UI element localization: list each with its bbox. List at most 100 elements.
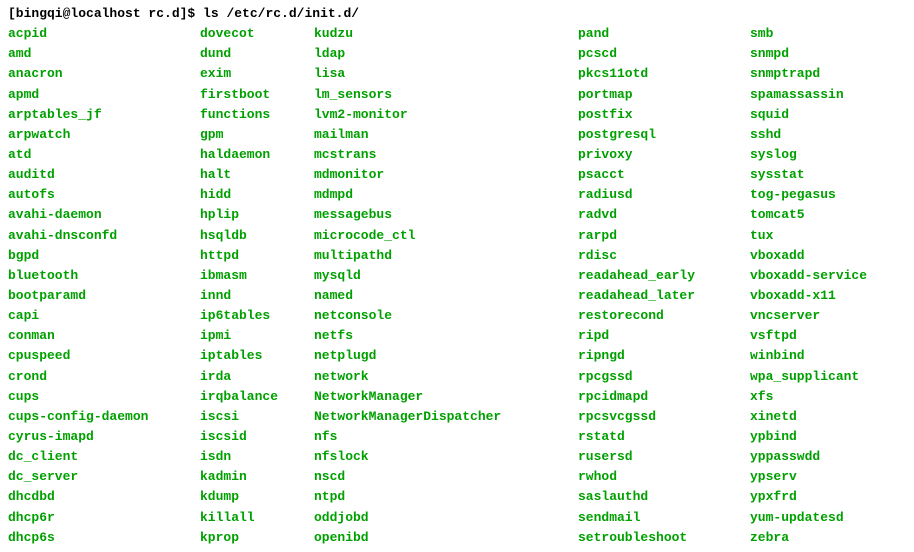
ls-output: acpidamdanacronapmdarptables_jfarpwatcha… (8, 24, 906, 548)
shell-command: ls /etc/rc.d/init.d/ (203, 6, 359, 21)
file-entry: xinetd (750, 407, 867, 427)
file-entry: setroubleshoot (578, 528, 750, 548)
file-entry: ibmasm (200, 266, 314, 286)
file-entry: bootparamd (8, 286, 200, 306)
file-entry: NetworkManagerDispatcher (314, 407, 578, 427)
file-entry: mysqld (314, 266, 578, 286)
file-entry: rarpd (578, 226, 750, 246)
file-entry: sysstat (750, 165, 867, 185)
file-entry: rdisc (578, 246, 750, 266)
file-entry: cups (8, 387, 200, 407)
file-entry: capi (8, 306, 200, 326)
file-entry: arptables_jf (8, 105, 200, 125)
file-entry: iscsi (200, 407, 314, 427)
file-entry: readahead_early (578, 266, 750, 286)
file-entry: atd (8, 145, 200, 165)
file-entry: readahead_later (578, 286, 750, 306)
file-entry: ripngd (578, 346, 750, 366)
file-entry: nscd (314, 467, 578, 487)
file-entry: exim (200, 64, 314, 84)
file-entry: anacron (8, 64, 200, 84)
file-entry: kudzu (314, 24, 578, 44)
file-entry: irda (200, 367, 314, 387)
file-entry: rusersd (578, 447, 750, 467)
file-entry: avahi-dnsconfd (8, 226, 200, 246)
file-entry: ldap (314, 44, 578, 64)
file-entry: gpm (200, 125, 314, 145)
file-entry: dc_client (8, 447, 200, 467)
file-entry: restorecond (578, 306, 750, 326)
file-entry: named (314, 286, 578, 306)
ls-column-5: smbsnmpdsnmptrapdspamassassinsquidsshdsy… (750, 24, 867, 548)
file-entry: rpcgssd (578, 367, 750, 387)
file-entry: netconsole (314, 306, 578, 326)
file-entry: psacct (578, 165, 750, 185)
file-entry: netfs (314, 326, 578, 346)
file-entry: netplugd (314, 346, 578, 366)
file-entry: vboxadd (750, 246, 867, 266)
file-entry: spamassassin (750, 85, 867, 105)
file-entry: pand (578, 24, 750, 44)
file-entry: dhcdbd (8, 487, 200, 507)
file-entry: rwhod (578, 467, 750, 487)
file-entry: ypxfrd (750, 487, 867, 507)
file-entry: sshd (750, 125, 867, 145)
ls-column-4: pandpcscdpkcs11otdportmappostfixpostgres… (578, 24, 750, 548)
file-entry: dovecot (200, 24, 314, 44)
file-entry: mailman (314, 125, 578, 145)
file-entry: kdump (200, 487, 314, 507)
file-entry: multipathd (314, 246, 578, 266)
ls-column-1: acpidamdanacronapmdarptables_jfarpwatcha… (8, 24, 200, 548)
ls-column-3: kudzuldaplisalm_sensorslvm2-monitormailm… (314, 24, 578, 548)
file-entry: innd (200, 286, 314, 306)
file-entry: postgresql (578, 125, 750, 145)
file-entry: lvm2-monitor (314, 105, 578, 125)
file-entry: iptables (200, 346, 314, 366)
file-entry: rpcidmapd (578, 387, 750, 407)
file-entry: smb (750, 24, 867, 44)
file-entry: ntpd (314, 487, 578, 507)
shell-prompt: [bingqi@localhost rc.d]$ (8, 6, 203, 21)
file-entry: nfs (314, 427, 578, 447)
file-entry: crond (8, 367, 200, 387)
file-entry: functions (200, 105, 314, 125)
file-entry: wpa_supplicant (750, 367, 867, 387)
file-entry: cups-config-daemon (8, 407, 200, 427)
file-entry: ipmi (200, 326, 314, 346)
file-entry: cyrus-imapd (8, 427, 200, 447)
file-entry: vsftpd (750, 326, 867, 346)
file-entry: radvd (578, 205, 750, 225)
file-entry: lm_sensors (314, 85, 578, 105)
file-entry: NetworkManager (314, 387, 578, 407)
file-entry: ripd (578, 326, 750, 346)
file-entry: radiusd (578, 185, 750, 205)
ls-column-2: dovecotdundeximfirstbootfunctionsgpmhald… (200, 24, 314, 548)
file-entry: autofs (8, 185, 200, 205)
file-entry: syslog (750, 145, 867, 165)
file-entry: hplip (200, 205, 314, 225)
file-entry: cpuspeed (8, 346, 200, 366)
file-entry: dhcp6s (8, 528, 200, 548)
file-entry: privoxy (578, 145, 750, 165)
file-entry: mdmpd (314, 185, 578, 205)
file-entry: microcode_ctl (314, 226, 578, 246)
file-entry: vboxadd-service (750, 266, 867, 286)
file-entry: rpcsvcgssd (578, 407, 750, 427)
file-entry: snmptrapd (750, 64, 867, 84)
file-entry: messagebus (314, 205, 578, 225)
file-entry: xfs (750, 387, 867, 407)
file-entry: halt (200, 165, 314, 185)
file-entry: acpid (8, 24, 200, 44)
file-entry: snmpd (750, 44, 867, 64)
file-entry: tux (750, 226, 867, 246)
file-entry: haldaemon (200, 145, 314, 165)
file-entry: isdn (200, 447, 314, 467)
file-entry: ip6tables (200, 306, 314, 326)
file-entry: winbind (750, 346, 867, 366)
file-entry: avahi-daemon (8, 205, 200, 225)
file-entry: hidd (200, 185, 314, 205)
file-entry: dc_server (8, 467, 200, 487)
file-entry: irqbalance (200, 387, 314, 407)
file-entry: pcscd (578, 44, 750, 64)
file-entry: postfix (578, 105, 750, 125)
